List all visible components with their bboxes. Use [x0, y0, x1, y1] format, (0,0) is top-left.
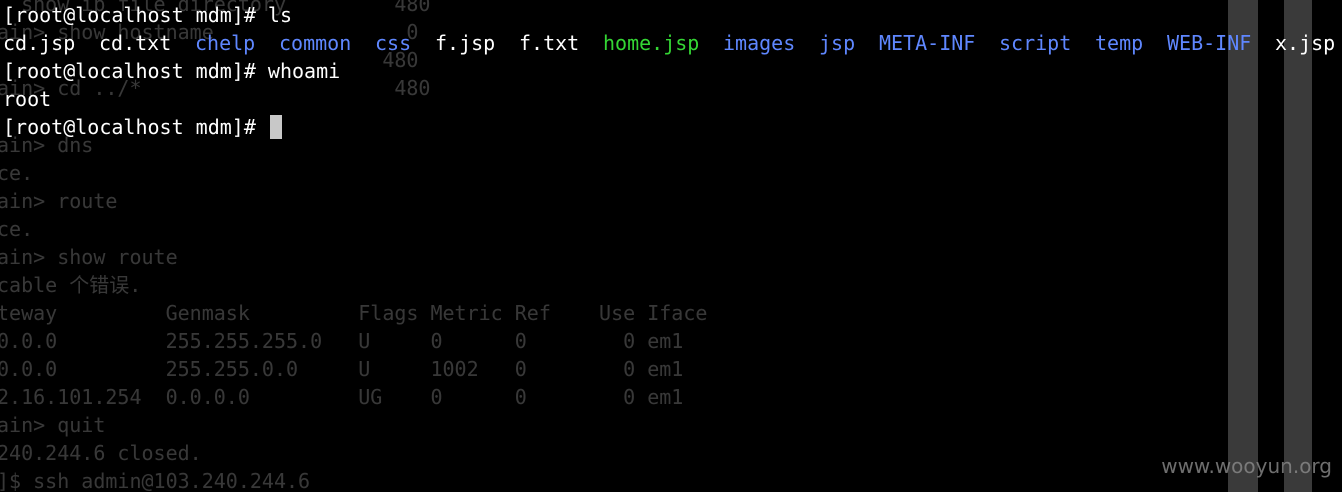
ls-entry-dir: script — [999, 31, 1072, 55]
current-prompt-line[interactable]: [root@localhost mdm]# — [3, 113, 282, 141]
ghost-line: 2.16.101.254 0.0.0.0 UG 0 0 0 em1 — [0, 385, 684, 409]
ghost-line: cable 个错误. — [0, 273, 142, 297]
ghost-line: ]$ ssh admin@103.240.244.6 — [0, 469, 311, 492]
ls-entry-file: f.txt — [519, 31, 580, 55]
ls-entry-dir: jsp — [819, 31, 856, 55]
ls-entry-dir: META-INF — [879, 31, 976, 55]
ghost-line: 0.0.0 255.255.0.0 U 1002 0 0 em1 — [0, 357, 684, 381]
ls-entry-dir: WEB-INF — [1167, 31, 1252, 55]
ls-entry-file: cd.jsp — [3, 31, 76, 55]
prompt-line-ls: [root@localhost mdm]# ls — [3, 3, 292, 27]
ls-entry-dir: temp — [1095, 31, 1144, 55]
text-cursor — [269, 115, 282, 139]
watermark: www.wooyun.org — [1161, 454, 1332, 478]
ls-entry-exe: home.jsp — [603, 31, 700, 55]
whoami-output: root — [3, 87, 52, 111]
ghost-line: teway Genmask Flags Metric Ref Use Iface — [0, 301, 708, 325]
ghost-line: 240.244.6 closed. — [0, 441, 202, 465]
ls-entry-dir: common — [279, 31, 352, 55]
ls-entry-dir: css — [375, 31, 412, 55]
terminal-output: [root@localhost mdm]# ls cd.jsp cd.txt che… — [0, 0, 1335, 252]
current-prompt: [root@localhost mdm]# — [3, 115, 268, 139]
ls-entry-file: cd.txt — [99, 31, 172, 55]
ls-output-line: cd.jsp cd.txt chelp common css f.jsp f.txt home… — [3, 29, 1342, 57]
terminal-window[interactable]: show ip file directory 480 ain> show hos… — [0, 0, 1342, 492]
ls-entry-file: f.jsp — [435, 31, 496, 55]
ls-entry-file: x.jsp — [1275, 31, 1336, 55]
ghost-line: ain> quit — [0, 413, 106, 437]
ls-entry-dir: chelp — [195, 31, 256, 55]
prompt-line-whoami: [root@localhost mdm]# whoami — [3, 59, 341, 83]
scrollbar-track[interactable] — [1228, 0, 1258, 492]
ls-entry-dir: images — [723, 31, 796, 55]
scrollbar-thumb[interactable] — [1284, 0, 1312, 492]
ghost-line: 0.0.0 255.255.255.0 U 0 0 0 em1 — [0, 329, 684, 353]
